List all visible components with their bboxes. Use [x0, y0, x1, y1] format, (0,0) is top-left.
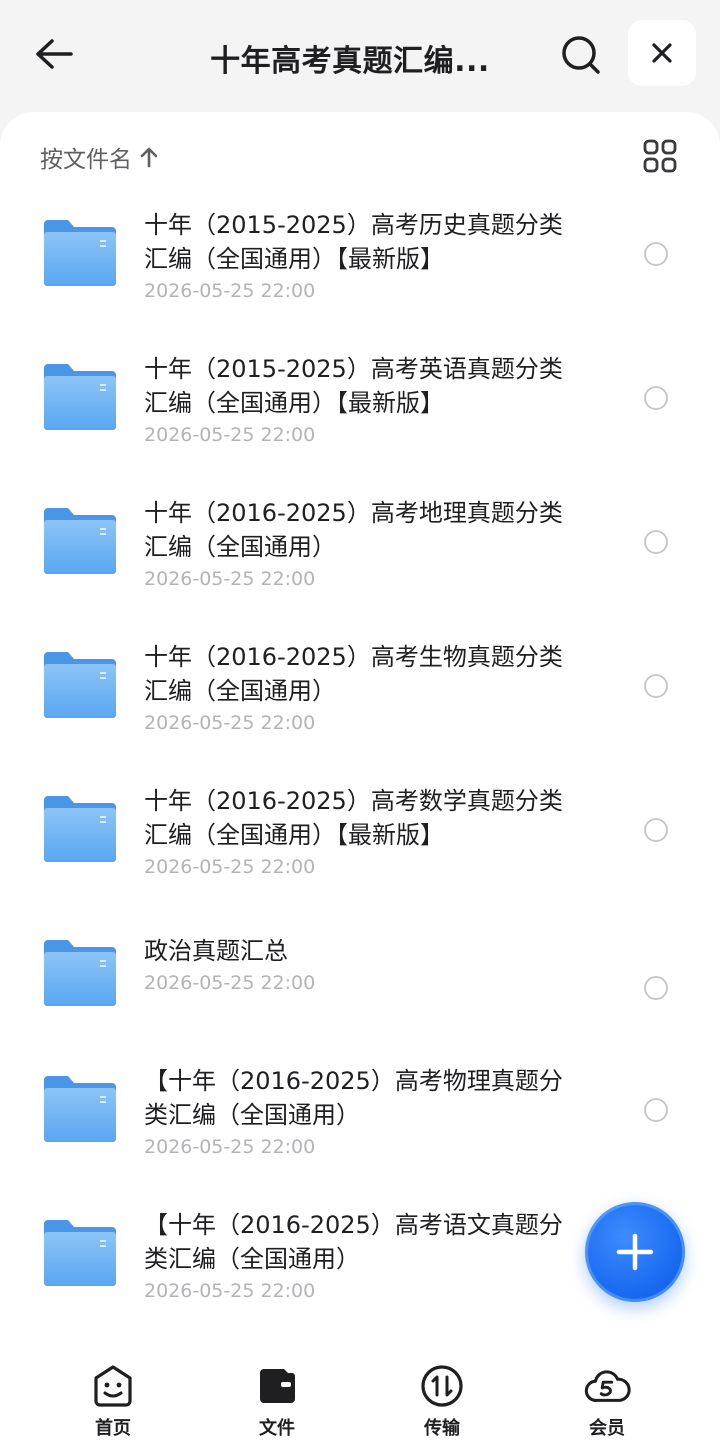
- nav-label-home: 首页: [95, 1418, 131, 1439]
- select-radio[interactable]: [644, 976, 668, 1000]
- file-date: 2026-05-25 22:00: [144, 1280, 316, 1302]
- file-row[interactable]: 十年（2015-2025）高考历史真题分类汇编（全国通用）【最新版】 2026-0…: [0, 196, 720, 340]
- folder-icon: [42, 218, 118, 288]
- grid-view-button[interactable]: [640, 136, 680, 176]
- search-icon: [562, 36, 600, 74]
- nav-label-files: 文件: [259, 1418, 295, 1439]
- wallet-folder-icon: [253, 1362, 301, 1410]
- folder-icon: [42, 362, 118, 432]
- home-face-icon: [89, 1362, 137, 1410]
- file-row[interactable]: 【十年（2016-2025）高考物理真题分类汇编（全国通用） 2026-05-25…: [0, 1052, 720, 1196]
- file-row[interactable]: 十年（2016-2025）高考数学真题分类汇编（全国通用）【最新版】 2026-0…: [0, 772, 720, 916]
- file-date: 2026-05-25 22:00: [144, 568, 316, 590]
- transfer-icon: [418, 1362, 466, 1410]
- file-name: 十年（2016-2025）高考地理真题分类汇编（全国通用）: [144, 499, 563, 561]
- nav-item-transfer[interactable]: 传输: [387, 1362, 497, 1442]
- file-name: 【十年（2016-2025）高考语文真题分类汇编（全国通用）: [144, 1211, 563, 1273]
- select-radio[interactable]: [644, 530, 668, 554]
- select-radio[interactable]: [644, 242, 668, 266]
- search-button[interactable]: [556, 30, 606, 80]
- file-date: 2026-05-25 22:00: [144, 712, 316, 734]
- nav-label-transfer: 传输: [424, 1418, 460, 1439]
- select-radio[interactable]: [644, 818, 668, 842]
- file-info: 十年（2016-2025）高考地理真题分类汇编（全国通用） 2026-05-25 …: [144, 496, 574, 593]
- nav-item-vip[interactable]: 会员: [552, 1362, 662, 1442]
- folder-icon: [42, 506, 118, 576]
- file-row[interactable]: 十年（2016-2025）高考生物真题分类汇编（全国通用） 2026-05-25 …: [0, 628, 720, 772]
- arrow-up-icon: [140, 146, 158, 168]
- file-row[interactable]: 政治真题汇总 2026-05-25 22:00: [0, 916, 720, 1060]
- file-row[interactable]: 十年（2015-2025）高考英语真题分类汇编（全国通用）【最新版】 2026-0…: [0, 340, 720, 484]
- select-radio[interactable]: [644, 1098, 668, 1122]
- file-name: 十年（2016-2025）高考生物真题分类汇编（全国通用）: [144, 643, 563, 705]
- file-name: 十年（2016-2025）高考数学真题分类汇编（全国通用）【最新版】: [144, 787, 563, 849]
- folder-icon: [42, 1218, 118, 1288]
- sort-selector[interactable]: 按文件名: [40, 140, 158, 174]
- file-date: 2026-05-25 22:00: [144, 856, 316, 878]
- folder-icon: [42, 1074, 118, 1144]
- file-date: 2026-05-25 22:00: [144, 424, 316, 446]
- top-bar: 十年高考真题汇编...: [0, 0, 720, 112]
- arrow-left-icon: [36, 39, 73, 69]
- folder-icon: [42, 938, 118, 1008]
- page-title: 十年高考真题汇编...: [210, 44, 490, 76]
- file-name: 十年（2015-2025）高考历史真题分类汇编（全国通用）【最新版】: [144, 211, 563, 273]
- file-date: 2026-05-25 22:00: [144, 1136, 316, 1158]
- file-date: 2026-05-25 22:00: [144, 280, 316, 302]
- file-info: 【十年（2016-2025）高考语文真题分类汇编（全国通用） 2026-05-25…: [144, 1208, 574, 1305]
- file-name: 【十年（2016-2025）高考物理真题分类汇编（全国通用）: [144, 1067, 563, 1129]
- nav-item-files[interactable]: 文件: [222, 1362, 332, 1442]
- close-button[interactable]: [628, 20, 696, 86]
- select-radio[interactable]: [644, 674, 668, 698]
- file-date: 2026-05-25 22:00: [144, 972, 316, 994]
- bottom-nav: 首页 文件 传输 会员: [0, 1352, 720, 1452]
- file-info: 十年（2016-2025）高考数学真题分类汇编（全国通用）【最新版】 2026-0…: [144, 784, 574, 881]
- close-icon: [652, 43, 672, 63]
- file-info: 【十年（2016-2025）高考物理真题分类汇编（全国通用） 2026-05-25…: [144, 1064, 574, 1161]
- file-info: 十年（2015-2025）高考英语真题分类汇编（全国通用）【最新版】 2026-0…: [144, 352, 574, 449]
- file-name: 十年（2015-2025）高考英语真题分类汇编（全国通用）【最新版】: [144, 355, 563, 417]
- file-info: 政治真题汇总 2026-05-25 22:00: [144, 934, 574, 997]
- app-root: 十年高考真题汇编... 按文件名 十年（2015-2025）高考历史真题分类汇编…: [0, 0, 720, 1452]
- file-info: 十年（2015-2025）高考历史真题分类汇编（全国通用）【最新版】 2026-0…: [144, 208, 574, 305]
- grid-view-icon: [643, 139, 677, 173]
- file-list-sheet: 按文件名 十年（2015-2025）高考历史真题分类汇编（全国通用）【最新版】 2…: [0, 112, 720, 1352]
- folder-icon: [42, 794, 118, 864]
- nav-label-vip: 会员: [589, 1418, 625, 1439]
- plus-icon: [616, 1233, 654, 1271]
- vip-cloud-icon: [583, 1362, 631, 1410]
- file-row[interactable]: 十年（2016-2025）高考地理真题分类汇编（全国通用） 2026-05-25 …: [0, 484, 720, 628]
- back-button[interactable]: [28, 30, 80, 78]
- file-info: 十年（2016-2025）高考生物真题分类汇编（全国通用） 2026-05-25 …: [144, 640, 574, 737]
- sort-label: 按文件名: [40, 147, 132, 173]
- nav-item-home[interactable]: 首页: [58, 1362, 168, 1442]
- folder-icon: [42, 650, 118, 720]
- file-name: 政治真题汇总: [144, 937, 288, 965]
- add-button[interactable]: [585, 1202, 685, 1302]
- select-radio[interactable]: [644, 386, 668, 410]
